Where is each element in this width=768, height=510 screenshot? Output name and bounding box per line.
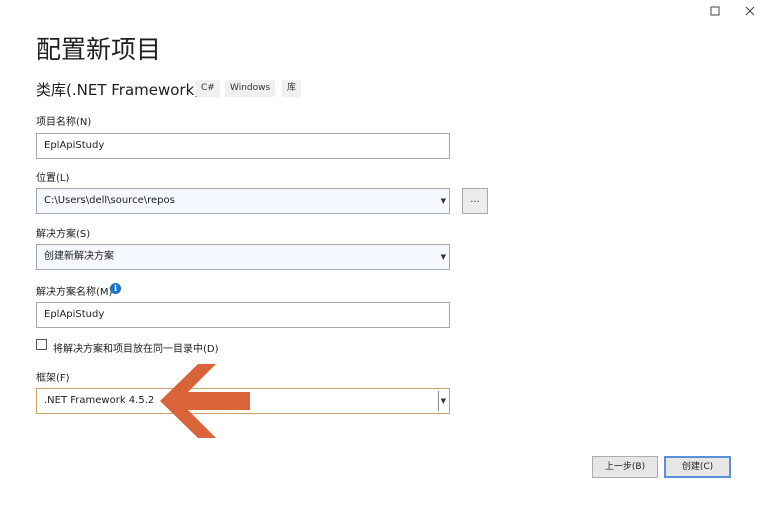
- maximize-icon: [710, 5, 720, 19]
- close-icon: [745, 5, 755, 19]
- template-name: 类库(.NET Framework): [36, 81, 201, 99]
- solution-value: 创建新解决方案: [44, 251, 114, 262]
- chevron-down-icon: ▼: [440, 197, 446, 205]
- tag-language: C#: [196, 80, 220, 97]
- maximize-button[interactable]: [705, 2, 725, 22]
- same-directory-label: 将解决方案和项目放在同一目录中(D): [53, 344, 219, 355]
- framework-value: .NET Framework 4.5.2: [44, 395, 155, 406]
- combo-divider: [438, 391, 439, 411]
- framework-label: 框架(F): [36, 373, 70, 384]
- info-icon[interactable]: i: [110, 283, 121, 294]
- back-button[interactable]: 上一步(B): [592, 456, 658, 478]
- browse-button[interactable]: ...: [462, 188, 488, 214]
- location-label: 位置(L): [36, 173, 70, 184]
- solution-label: 解决方案(S): [36, 229, 91, 240]
- project-name-input[interactable]: EplApiStudy: [36, 133, 450, 159]
- solution-name-input[interactable]: EplApiStudy: [36, 302, 450, 328]
- same-directory-checkbox[interactable]: [36, 339, 47, 350]
- chevron-down-icon: ▼: [440, 253, 446, 261]
- create-button[interactable]: 创建(C): [664, 456, 731, 478]
- close-button[interactable]: [740, 2, 760, 22]
- location-combobox[interactable]: C:\Users\dell\source\repos ▼: [36, 188, 450, 214]
- annotation-arrow-icon: [160, 364, 252, 442]
- project-name-label: 项目名称(N): [36, 117, 92, 128]
- chevron-down-icon: ▼: [440, 397, 446, 405]
- tag-platform: Windows: [225, 80, 276, 97]
- location-value: C:\Users\dell\source\repos: [44, 195, 175, 206]
- solution-combobox[interactable]: 创建新解决方案 ▼: [36, 244, 450, 270]
- page-title: 配置新项目: [36, 35, 162, 64]
- tag-project-type: 库: [282, 80, 302, 97]
- solution-name-label: 解决方案名称(M): [36, 287, 113, 298]
